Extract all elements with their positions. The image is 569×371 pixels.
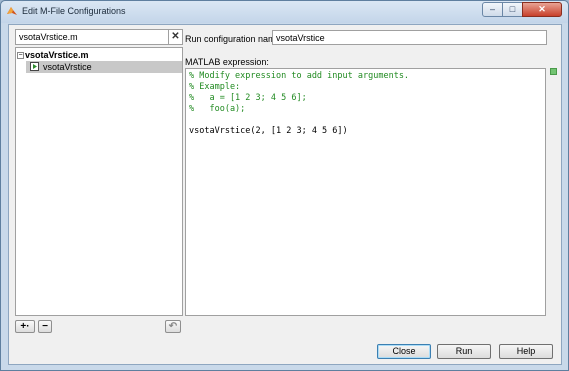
code-line: % Example:: [189, 82, 241, 92]
configuration-name-input[interactable]: [272, 30, 547, 45]
window-title: Edit M-File Configurations: [22, 6, 126, 16]
remove-configuration-button[interactable]: −: [38, 320, 52, 333]
title-bar[interactable]: Edit M-File Configurations – □ ✕: [1, 1, 568, 23]
configuration-tree[interactable]: − vsotaVrstice.m vsotaVrstice: [15, 47, 183, 316]
run-configuration-icon: [30, 62, 39, 71]
dialog-window: Edit M-File Configurations – □ ✕ ✕ −vsot…: [0, 0, 569, 371]
tree-configuration-label: vsotaVrstice: [43, 62, 92, 72]
dialog-content: ✕ −vsotaVrstice.m vsotaVrstice +· − ↶ Ru…: [8, 24, 562, 365]
matlab-logo-icon: [7, 7, 17, 15]
tree-file-label: vsotaVrstice.m: [25, 50, 89, 60]
code-line: % a = [1 2 3; 4 5 6];: [189, 93, 307, 103]
help-button[interactable]: Help: [499, 344, 553, 359]
code-line: % Modify expression to add input argumen…: [189, 71, 410, 81]
tree-item-file[interactable]: − vsotaVrstice.m: [17, 50, 89, 61]
close-window-button[interactable]: ✕: [522, 2, 562, 17]
clear-filter-button[interactable]: ✕: [169, 29, 183, 45]
code-analyzer-status-indicator[interactable]: [550, 68, 557, 75]
tree-item-configuration[interactable]: vsotaVrstice: [26, 61, 182, 73]
matlab-expression-editor[interactable]: % Modify expression to add input argumen…: [185, 68, 546, 316]
revert-button[interactable]: ↶: [165, 320, 181, 333]
code-line: vsotaVrstice(2, [1 2 3; 4 5 6]): [189, 126, 348, 136]
add-configuration-button[interactable]: +·: [15, 320, 35, 333]
expression-label: MATLAB expression:: [185, 57, 269, 67]
window-controls: – □ ✕: [482, 2, 562, 18]
collapse-icon[interactable]: −: [17, 52, 24, 59]
close-button[interactable]: Close: [377, 344, 431, 359]
run-button[interactable]: Run: [437, 344, 491, 359]
minimize-button[interactable]: –: [482, 2, 503, 17]
code-line: % foo(a);: [189, 104, 246, 114]
configuration-filter-input[interactable]: [15, 29, 169, 45]
maximize-button[interactable]: □: [502, 2, 523, 17]
configuration-name-label: Run configuration name:: [185, 34, 284, 44]
